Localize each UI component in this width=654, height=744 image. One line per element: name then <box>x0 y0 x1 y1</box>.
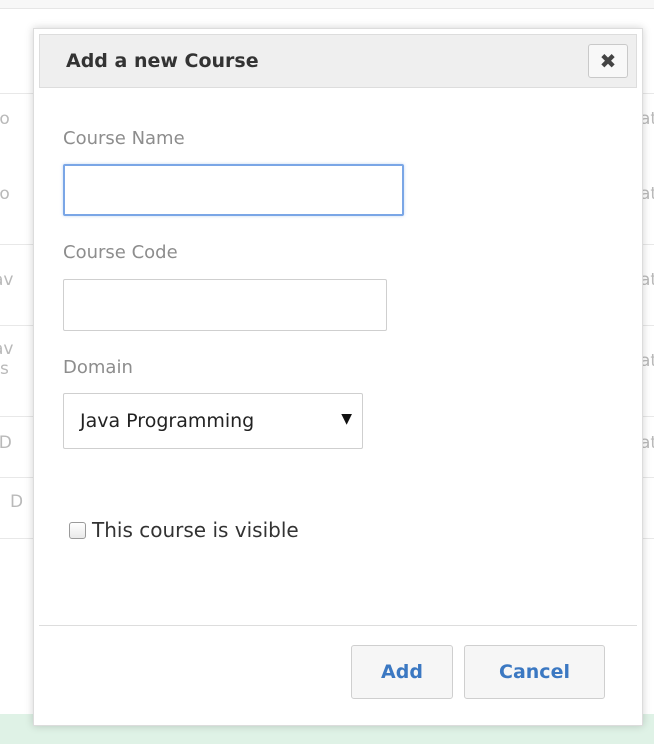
close-icon: ✖ <box>599 49 617 73</box>
dialog-header: Add a new Course ✖ <box>39 34 637 88</box>
course-code-label: Course Code <box>63 242 178 263</box>
table-cell: Jav <box>0 339 14 359</box>
dropdown-arrow-icon: ▼ <box>341 411 352 427</box>
table-cell: D <box>10 492 24 512</box>
table-cell: tio <box>0 184 10 204</box>
table-cell: tio <box>0 109 10 129</box>
cancel-button[interactable]: Cancel <box>464 645 605 699</box>
table-cell: s <box>0 359 9 379</box>
course-name-input[interactable] <box>63 164 404 216</box>
course-name-label: Course Name <box>63 128 185 149</box>
table-cell: Jav <box>0 270 14 290</box>
visible-checkbox-row[interactable]: This course is visible <box>69 516 299 544</box>
table-cell: SD <box>0 433 12 453</box>
domain-selected-value: Java Programming <box>80 410 255 432</box>
add-course-dialog: Add a new Course ✖ Course Name Course Co… <box>33 28 643 726</box>
background-topbar <box>0 0 654 8</box>
add-button[interactable]: Add <box>351 645 453 699</box>
footer-divider <box>39 625 637 626</box>
close-button[interactable]: ✖ <box>588 44 628 78</box>
domain-select[interactable]: Java Programming ▼ <box>63 393 363 449</box>
course-code-input[interactable] <box>63 279 387 331</box>
visible-checkbox[interactable] <box>69 521 86 539</box>
dialog-title: Add a new Course <box>66 50 259 72</box>
domain-label: Domain <box>63 357 133 378</box>
visible-checkbox-label[interactable]: This course is visible <box>92 518 299 542</box>
